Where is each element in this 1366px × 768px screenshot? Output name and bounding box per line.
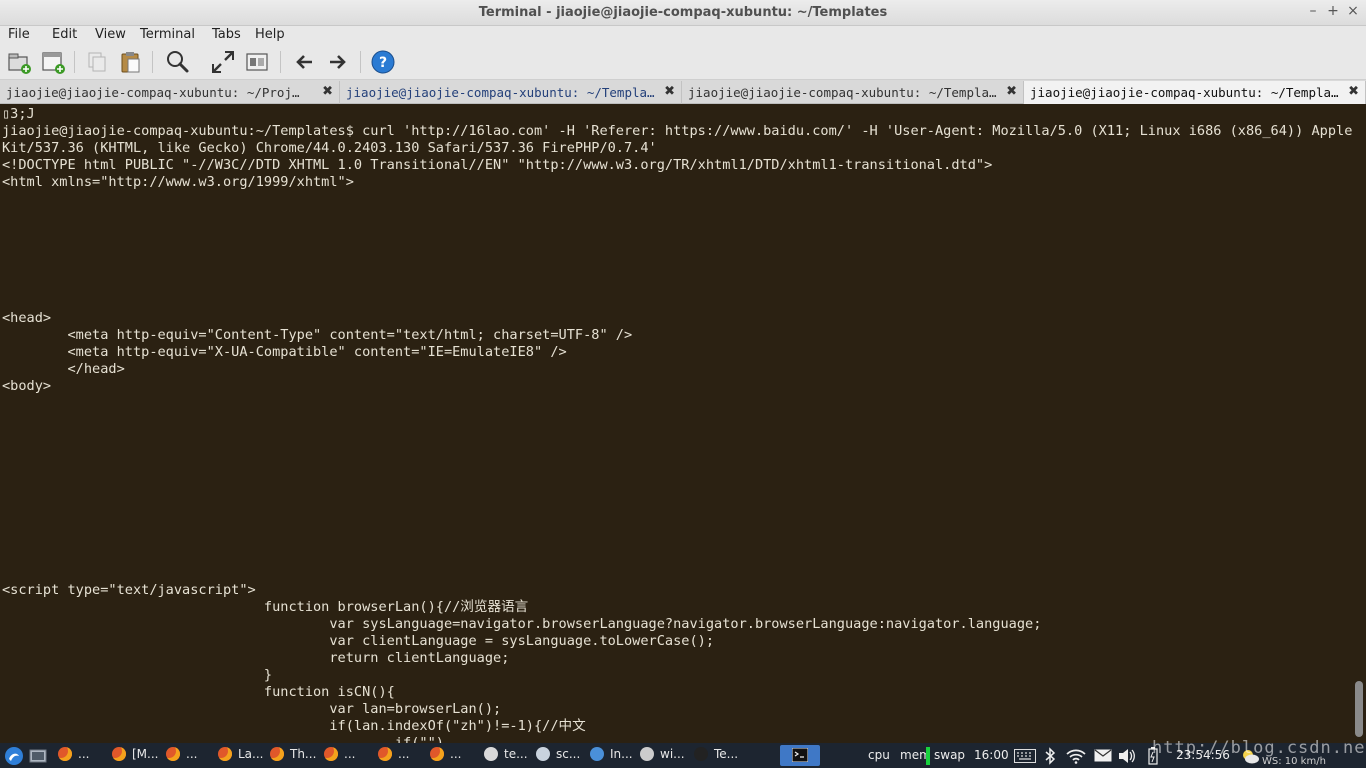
paste-icon[interactable]: [118, 49, 144, 75]
taskbar-task-label: ...: [78, 747, 90, 761]
tab-label: jiaojie@jiaojie-compaq-xubuntu: ~/Projec…: [6, 85, 306, 100]
taskbar-task-label: ...: [398, 747, 410, 761]
firefox-icon: [378, 747, 392, 761]
menu-file[interactable]: File: [8, 27, 30, 42]
toolbar-separator: [152, 51, 153, 73]
menu-tabs[interactable]: Tabs: [212, 27, 241, 42]
taskbar-task-label: La...: [238, 747, 264, 761]
tab-close-icon[interactable]: ✖: [322, 84, 333, 99]
new-tab-icon[interactable]: [6, 49, 32, 75]
scrollbar-thumb[interactable]: [1355, 681, 1363, 737]
menu-bar: File Edit View Terminal Tabs Help: [0, 26, 1366, 44]
tab-projects[interactable]: jiaojie@jiaojie-compaq-xubuntu: ~/Projec…: [0, 81, 340, 104]
taskbar-task[interactable]: ...: [58, 747, 89, 765]
browser-icon: [590, 747, 604, 761]
tab-close-icon[interactable]: ✖: [1006, 84, 1017, 99]
menu-terminal[interactable]: Terminal: [140, 27, 195, 42]
terminal-text: ▯3;J jiaojie@jiaojie-compaq-xubuntu:~/Te…: [2, 106, 1352, 743]
bluetooth-icon[interactable]: [1044, 747, 1056, 765]
fullscreen-icon[interactable]: [210, 49, 236, 75]
taskbar-task[interactable]: ...: [324, 747, 355, 765]
watermark: http://blog.csdn.net/: [1152, 738, 1366, 758]
tab-label: jiaojie@jiaojie-compaq-xubuntu: ~/Templa…: [1030, 85, 1340, 100]
title-bar: Terminal - jiaojie@jiaojie-compaq-xubunt…: [0, 0, 1366, 26]
taskbar-task-label: Te...: [714, 747, 739, 761]
toolbar-separator: [74, 51, 75, 73]
taskbar-task[interactable]: Th...: [270, 747, 316, 765]
taskbar-task-label: ...: [450, 747, 462, 761]
terminal-output[interactable]: ▯3;J jiaojie@jiaojie-compaq-xubuntu:~/Te…: [0, 105, 1352, 743]
firefox-icon: [112, 747, 126, 761]
taskbar-task[interactable]: ...: [166, 747, 197, 765]
forward-arrow-icon[interactable]: [324, 49, 350, 75]
tab-templates-active[interactable]: jiaojie@jiaojie-compaq-xubuntu: ~/Templa…: [1024, 81, 1366, 104]
window-icon: [640, 747, 654, 761]
window-title: Terminal - jiaojie@jiaojie-compaq-xubunt…: [478, 5, 888, 20]
firefox-icon: [430, 747, 444, 761]
taskbar-task-label: ...: [344, 747, 356, 761]
tab-close-icon[interactable]: ✖: [1348, 84, 1359, 99]
svg-text:?: ?: [379, 55, 387, 71]
back-arrow-icon[interactable]: [292, 49, 318, 75]
tab-templates-2[interactable]: jiaojie@jiaojie-compaq-xubuntu: ~/Templa…: [682, 81, 1024, 104]
minimize-icon[interactable]: –: [1304, 3, 1322, 19]
wind-speed-label: WS: 10 km/h: [1262, 756, 1326, 767]
cpu-monitor-label: cpu: [868, 748, 890, 762]
close-icon[interactable]: ×: [1344, 3, 1362, 19]
terminal-scrollbar[interactable]: [1352, 105, 1366, 743]
terminal-icon: [694, 747, 708, 761]
menu-help[interactable]: Help: [255, 27, 285, 42]
taskbar-task[interactable]: Te...: [694, 747, 738, 765]
tab-templates-1[interactable]: jiaojie@jiaojie-compaq-xubuntu: ~/Templa…: [340, 81, 682, 104]
taskbar-task-label: ...: [186, 747, 198, 761]
new-window-icon[interactable]: [40, 49, 66, 75]
taskbar-task-label: sc...: [556, 747, 581, 761]
tab-close-icon[interactable]: ✖: [664, 84, 675, 99]
firefox-icon: [218, 747, 232, 761]
mem-usage-bar: [926, 747, 930, 765]
copy-icon[interactable]: [84, 49, 110, 75]
taskbar-task-label: te...: [504, 747, 528, 761]
weather-time-label: 16:00: [974, 748, 1009, 762]
keyboard-icon[interactable]: [1014, 749, 1036, 763]
mail-icon[interactable]: [1094, 749, 1112, 762]
taskbar-task-label: wi...: [660, 747, 685, 761]
menu-edit[interactable]: Edit: [52, 27, 77, 42]
taskbar-task[interactable]: In...: [590, 747, 633, 765]
firefox-icon: [166, 747, 180, 761]
volume-icon[interactable]: [1118, 748, 1136, 764]
taskbar-task[interactable]: wi...: [640, 747, 685, 765]
folder-icon: [536, 747, 550, 761]
maximize-icon[interactable]: +: [1324, 3, 1342, 19]
firefox-icon: [58, 747, 72, 761]
menu-view[interactable]: View: [95, 27, 126, 42]
active-terminal-launcher[interactable]: [780, 745, 820, 766]
taskbar-task-label: [M...: [132, 747, 159, 761]
toolbar-separator: [280, 51, 281, 73]
taskbar-task[interactable]: [M...: [112, 747, 158, 765]
swap-monitor-label: swap: [934, 748, 966, 762]
firefox-icon: [324, 747, 338, 761]
taskbar-task-label: In...: [610, 747, 633, 761]
show-desktop-icon[interactable]: [28, 747, 48, 765]
taskbar-task[interactable]: ...: [378, 747, 409, 765]
editor-icon: [484, 747, 498, 761]
tab-layout-icon[interactable]: [244, 49, 270, 75]
wifi-icon[interactable]: [1066, 748, 1086, 764]
search-icon[interactable]: [164, 49, 190, 75]
tab-bar: jiaojie@jiaojie-compaq-xubuntu: ~/Projec…: [0, 80, 1366, 104]
terminal-icon: [792, 748, 808, 762]
taskbar-task-label: Th...: [290, 747, 317, 761]
tab-label: jiaojie@jiaojie-compaq-xubuntu: ~/Templa…: [688, 85, 998, 100]
taskbar-task[interactable]: te...: [484, 747, 528, 765]
toolbar-separator: [360, 51, 361, 73]
taskbar-task[interactable]: La...: [218, 747, 263, 765]
xfce-menu-icon[interactable]: [4, 746, 24, 766]
taskbar-task[interactable]: sc...: [536, 747, 580, 765]
toolbar: ?: [0, 44, 1366, 80]
help-icon[interactable]: ?: [370, 49, 396, 75]
tab-label: jiaojie@jiaojie-compaq-xubuntu: ~/Templa…: [346, 85, 656, 100]
taskbar-task[interactable]: ...: [430, 747, 461, 765]
firefox-icon: [270, 747, 284, 761]
